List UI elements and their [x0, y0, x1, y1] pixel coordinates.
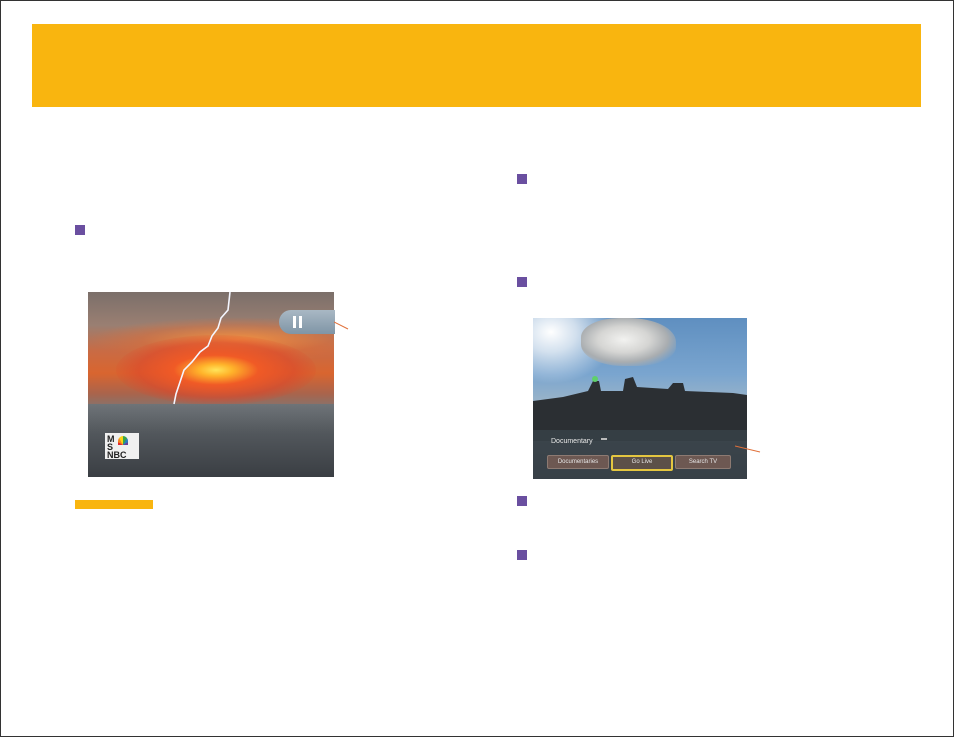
- steam-locomotive: [533, 376, 747, 441]
- note-highlight-bar: [75, 500, 153, 509]
- bullet-marker: [517, 496, 527, 506]
- bullet-marker: [75, 225, 85, 235]
- program-title: Documentary: [551, 438, 593, 445]
- callout-line: [334, 321, 349, 330]
- program-tag: [601, 438, 607, 440]
- search-tv-button[interactable]: Search TV: [675, 455, 731, 469]
- pause-icon: [293, 316, 303, 328]
- peacock-icon: [118, 436, 128, 445]
- logo-letter: NBC: [107, 450, 127, 460]
- msnbc-logo: M S NBC: [105, 433, 139, 460]
- documentaries-button[interactable]: Documentaries: [547, 455, 609, 469]
- tv-screenshot-live: Documentary Documentaries Go Live Search…: [533, 318, 747, 479]
- go-live-button[interactable]: Go Live: [611, 455, 673, 471]
- bullet-marker: [517, 277, 527, 287]
- header-banner: [32, 24, 921, 107]
- smoke-plume: [581, 318, 676, 366]
- bullet-marker: [517, 550, 527, 560]
- bullet-marker: [517, 174, 527, 184]
- pause-indicator: [279, 310, 335, 334]
- callout-line: [735, 445, 761, 453]
